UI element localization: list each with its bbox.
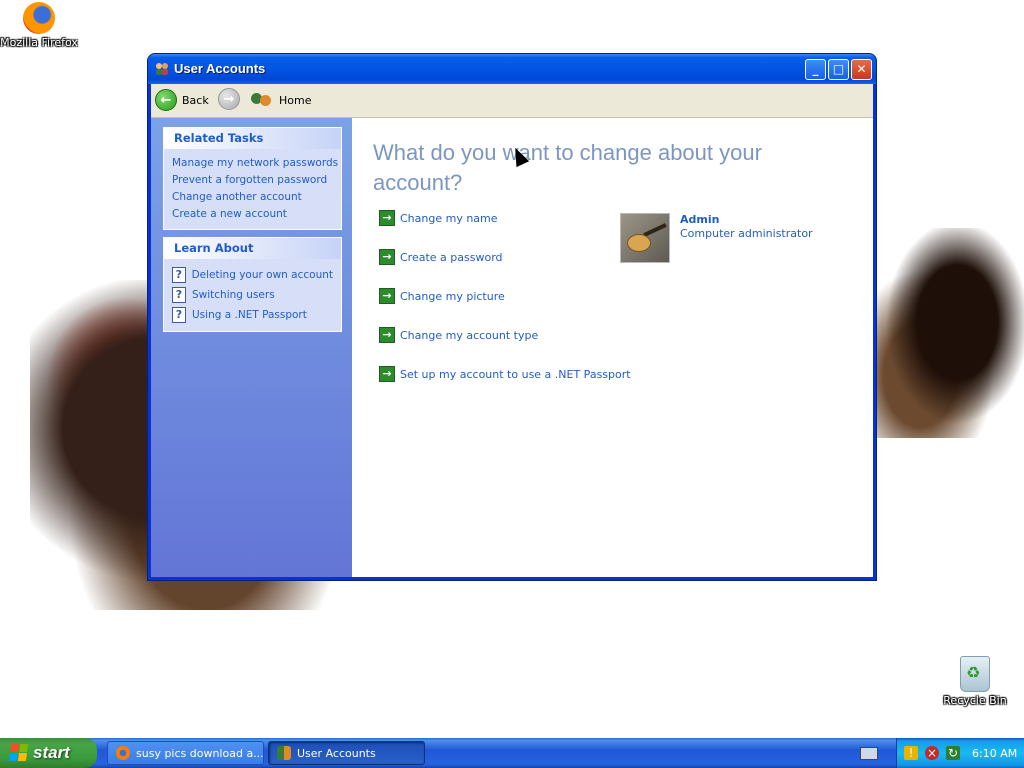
wallpaper-right [876, 228, 1024, 438]
task-change-name[interactable]: → Change my name [379, 210, 498, 226]
user-accounts-window: User Accounts _ □ ✕ ← Back → Home Relate… [147, 53, 877, 581]
task-label: Change my account type [400, 328, 539, 342]
taskbar-button-firefox[interactable]: susy pics download a... [107, 741, 264, 765]
main-content: What do you want to change about your ac… [352, 118, 873, 577]
help-icon: ? [172, 287, 186, 303]
taskbar-button-user-accounts[interactable]: User Accounts [268, 741, 425, 765]
green-arrow-icon: → [379, 366, 395, 382]
system-tray: ! × ↻ 6:10 AM [896, 738, 1024, 768]
window-title: User Accounts [174, 61, 266, 76]
alert-icon[interactable]: × [925, 746, 939, 760]
back-label: Back [182, 93, 209, 107]
learn-about-link[interactable]: ? Using a .NET Passport [172, 305, 333, 325]
help-icon: ? [172, 307, 186, 323]
task-net-passport[interactable]: → Set up my account to use a .NET Passpo… [379, 366, 631, 382]
desktop-icon-firefox[interactable]: Mozilla Firefox [0, 2, 78, 49]
green-arrow-icon: → [379, 327, 395, 343]
security-shield-icon[interactable]: ! [904, 746, 918, 760]
user-name: Admin [680, 213, 720, 226]
learn-about-label: Deleting your own account [191, 269, 333, 281]
related-tasks-panel: Related Tasks Manage my network password… [163, 127, 342, 230]
task-label: Set up my account to use a .NET Passport [400, 367, 631, 381]
related-task-link[interactable]: Manage my network passwords [172, 155, 338, 172]
green-arrow-icon: → [379, 210, 395, 226]
firefox-icon [116, 746, 130, 760]
start-label: start [33, 743, 70, 762]
maximize-button[interactable]: □ [828, 59, 849, 80]
user-card: Admin Computer administrator [620, 213, 860, 263]
task-change-picture[interactable]: → Change my picture [379, 288, 505, 304]
user-role: Computer administrator [680, 227, 813, 240]
learn-about-title: Learn About [164, 238, 341, 259]
avatar [620, 213, 670, 263]
task-label: Change my picture [400, 289, 505, 303]
page-heading: What do you want to change about your ac… [373, 140, 762, 195]
minimize-button[interactable]: _ [805, 59, 826, 80]
task-create-password[interactable]: → Create a password [379, 249, 503, 265]
task-label: Change my name [400, 211, 498, 225]
close-button[interactable]: ✕ [851, 59, 872, 80]
user-accounts-icon [156, 63, 168, 75]
firefox-icon [23, 2, 55, 34]
green-arrow-icon: → [379, 288, 395, 304]
related-task-link[interactable]: Change another account [172, 189, 333, 206]
taskbar-button-label: susy pics download a... [136, 746, 264, 760]
learn-about-panel: Learn About ? Deleting your own account … [163, 237, 342, 332]
learn-about-link[interactable]: ? Switching users [172, 285, 333, 305]
forward-button[interactable]: → [218, 88, 240, 110]
learn-about-label: Switching users [192, 289, 275, 301]
help-icon: ? [172, 267, 186, 283]
related-task-link[interactable]: Create a new account [172, 206, 333, 223]
user-accounts-icon [277, 746, 291, 760]
back-arrow-icon: ← [155, 89, 177, 111]
network-icon[interactable]: ↻ [946, 746, 960, 760]
clock[interactable]: 6:10 AM [972, 747, 1017, 760]
forward-arrow-icon: → [218, 88, 240, 110]
windows-logo-icon [8, 744, 30, 762]
learn-about-label: Using a .NET Passport [192, 309, 307, 321]
start-button[interactable]: start [0, 738, 97, 768]
title-bar[interactable]: User Accounts _ □ ✕ [148, 54, 876, 84]
home-users-icon [251, 91, 273, 109]
back-button[interactable]: ← Back [155, 88, 209, 112]
home-button[interactable]: Home [251, 88, 311, 112]
learn-about-link[interactable]: ? Deleting your own account [172, 265, 333, 285]
desktop-icon-recycle-bin[interactable]: Recycle Bin [940, 656, 1010, 707]
guitar-icon [627, 234, 651, 252]
task-change-account-type[interactable]: → Change my account type [379, 327, 538, 343]
task-label: Create a password [400, 250, 503, 264]
toolbar: ← Back → Home [151, 84, 873, 118]
green-arrow-icon: → [379, 249, 395, 265]
desktop-icon-label: Recycle Bin [943, 694, 1007, 707]
window-client: Related Tasks Manage my network password… [151, 118, 873, 577]
home-label: Home [279, 93, 312, 107]
recycle-bin-icon [960, 656, 990, 692]
desktop-icon-label: Mozilla Firefox [0, 36, 78, 49]
taskbar: start susy pics download a... User Accou… [0, 738, 1024, 768]
related-task-link[interactable]: Prevent a forgotten password [172, 172, 333, 189]
task-pane: Related Tasks Manage my network password… [151, 118, 352, 577]
keyboard-icon[interactable] [860, 747, 878, 760]
taskbar-button-label: User Accounts [297, 746, 376, 760]
related-tasks-title: Related Tasks [164, 128, 341, 149]
